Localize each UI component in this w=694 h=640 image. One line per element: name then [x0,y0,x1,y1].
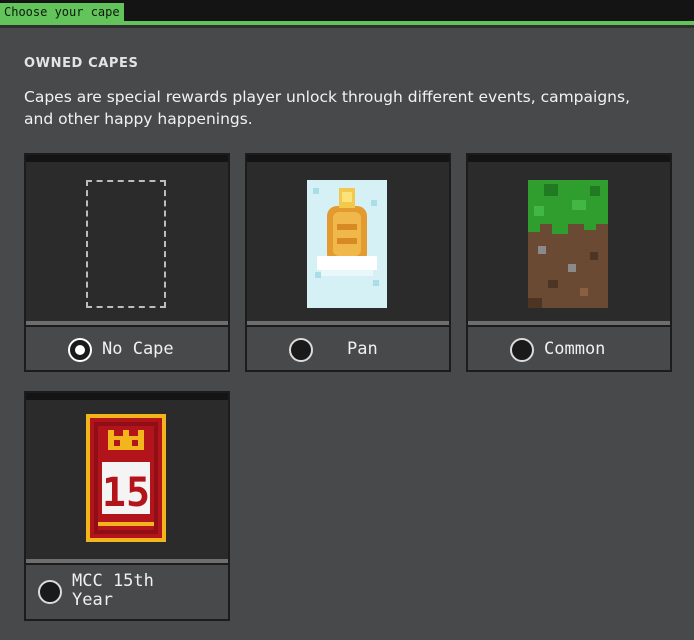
mcc-15th-cape-image: 15 [86,414,166,542]
cape-badge-number: 15 [102,470,150,516]
cape-option-row[interactable]: No Cape [26,325,228,370]
radio-button[interactable] [38,580,62,604]
cape-option-row[interactable]: Common [468,325,670,370]
cape-selection-panel: OWNED CAPES Capes are special rewards pl… [0,25,694,640]
cape-label: Common [544,339,606,359]
cape-option-row[interactable]: Pan [247,325,449,370]
cape-preview: 15 [26,393,228,559]
cape-preview [247,155,449,321]
cape-card-pan[interactable]: Pan [245,153,451,372]
cape-card-mcc-15th-year[interactable]: 15 MCC 15th Year [24,391,230,621]
cape-option-row[interactable]: MCC 15th Year [26,563,228,619]
cape-label: No Cape [102,339,174,359]
section-title: OWNED CAPES [24,56,139,71]
cape-preview [468,155,670,321]
cape-label-line-1: MCC 15th [72,571,154,591]
window-title-bar: Choose your cape [0,0,694,21]
window-title-tab: Choose your cape [0,3,124,21]
section-description: Capes are special rewards player unlock … [24,88,630,128]
cape-card-common[interactable]: Common [466,153,672,372]
pan-cape-image [307,180,387,308]
empty-cape-outline [86,180,166,308]
cape-label: Pan [347,339,378,359]
cape-label-line-2: Year [72,590,113,610]
cape-preview [26,155,228,321]
radio-button[interactable] [289,338,313,362]
common-cape-image [528,180,608,308]
cape-card-no-cape[interactable]: No Cape [24,153,230,372]
radio-button-selected[interactable] [68,338,92,362]
radio-button[interactable] [510,338,534,362]
